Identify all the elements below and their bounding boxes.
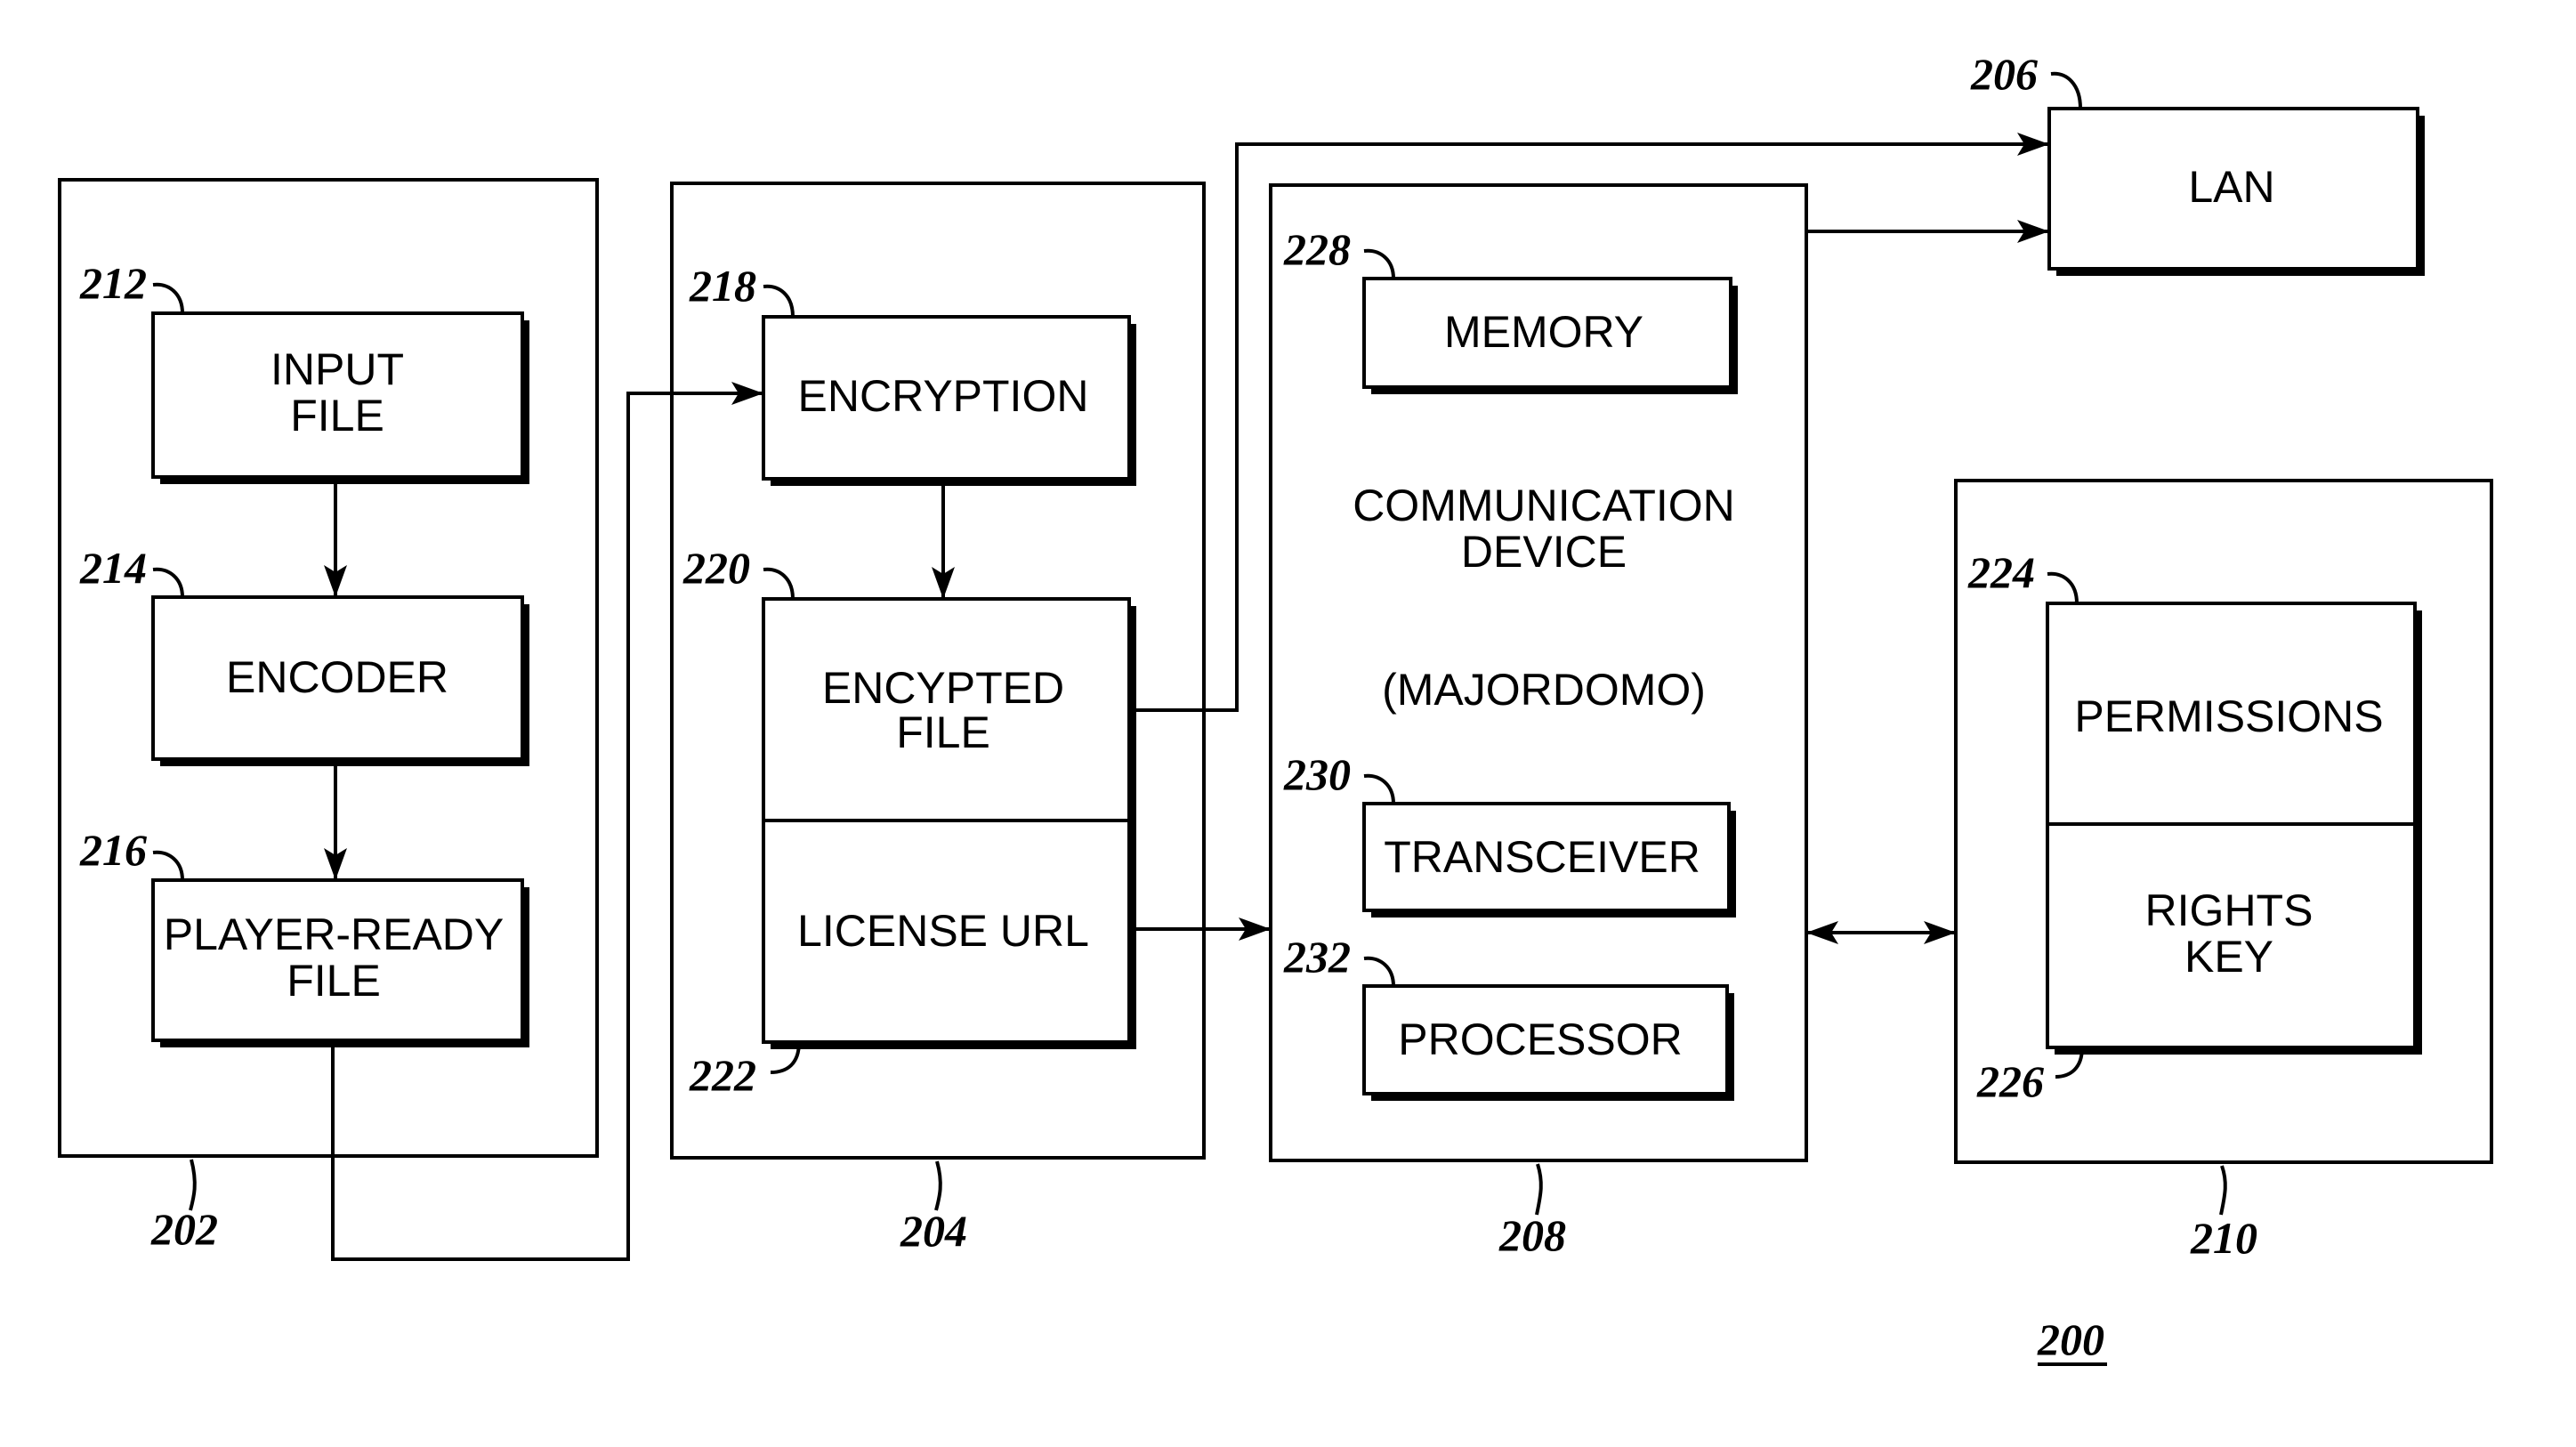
block-encrypted-file-ref: 220 [682,543,750,593]
block-encryption-ref: 218 [689,261,756,311]
block-encryption-line1: ENCRYPTION [798,371,1089,421]
group-202-ref: 202 [150,1204,218,1254]
group-208-title-line2: DEVICE [1461,527,1627,577]
group-204-ref: 204 [900,1206,967,1256]
block-license-url-ref: 222 [689,1050,756,1100]
group-204-leader [934,1160,942,1211]
group-208-ref: 208 [1498,1210,1566,1260]
figure-ref-label: 200 [2037,1314,2104,1364]
block-input-file-line1: INPUT [271,344,404,394]
block-rights-key-ref: 226 [1976,1056,2044,1106]
block-memory-line1: MEMORY [1444,307,1643,357]
group-210-ref: 210 [2190,1213,2257,1263]
block-license-url-line1: LICENSE URL [797,906,1089,956]
block-encoder-line1: ENCODER [226,652,448,702]
block-rights-key-line2: KEY [2184,932,2273,982]
group-208-leader [1535,1163,1543,1216]
block-player-ready-file-line1: PLAYER-READY [164,909,505,959]
group-202-leader [189,1159,197,1211]
block-encoder-ref: 214 [79,543,147,593]
block-player-ready-file-ref: 216 [79,825,147,875]
block-lan[interactable]: LAN 206 [1970,49,2425,276]
block-processor-line1: PROCESSOR [1398,1015,1683,1064]
block-transceiver-ref: 230 [1283,749,1351,799]
block-permissions-line1: PERMISSIONS [2074,691,2383,741]
group-208-title-line1: COMMUNICATION [1353,481,1735,530]
block-transceiver-line1: TRANSCEIVER [1384,832,1700,882]
block-processor-ref: 232 [1283,932,1351,982]
block-encrypted-file-line2: FILE [896,707,990,757]
block-lan-ref: 206 [1970,49,2038,99]
block-input-file-line2: FILE [290,391,384,441]
block-lan-line1: LAN [2188,162,2274,212]
diagram-canvas: 202 INPUT FILE 212 ENCODER 214 PLAYER-RE… [58,49,2493,1366]
group-210-leader [2219,1165,2227,1216]
block-memory-ref: 228 [1283,224,1351,274]
block-permissions-ref: 224 [1967,547,2035,597]
block-rights-key-line1: RIGHTS [2145,885,2314,935]
block-player-ready-file-line2: FILE [287,956,381,1006]
block-input-file-ref: 212 [79,258,147,308]
group-208-subtitle: (MAJORDOMO) [1382,665,1706,715]
block-encrypted-file-line1: ENCYPTED [822,663,1064,713]
block-lan-leader [2050,71,2082,109]
figure-ref: 200 [2037,1314,2107,1366]
